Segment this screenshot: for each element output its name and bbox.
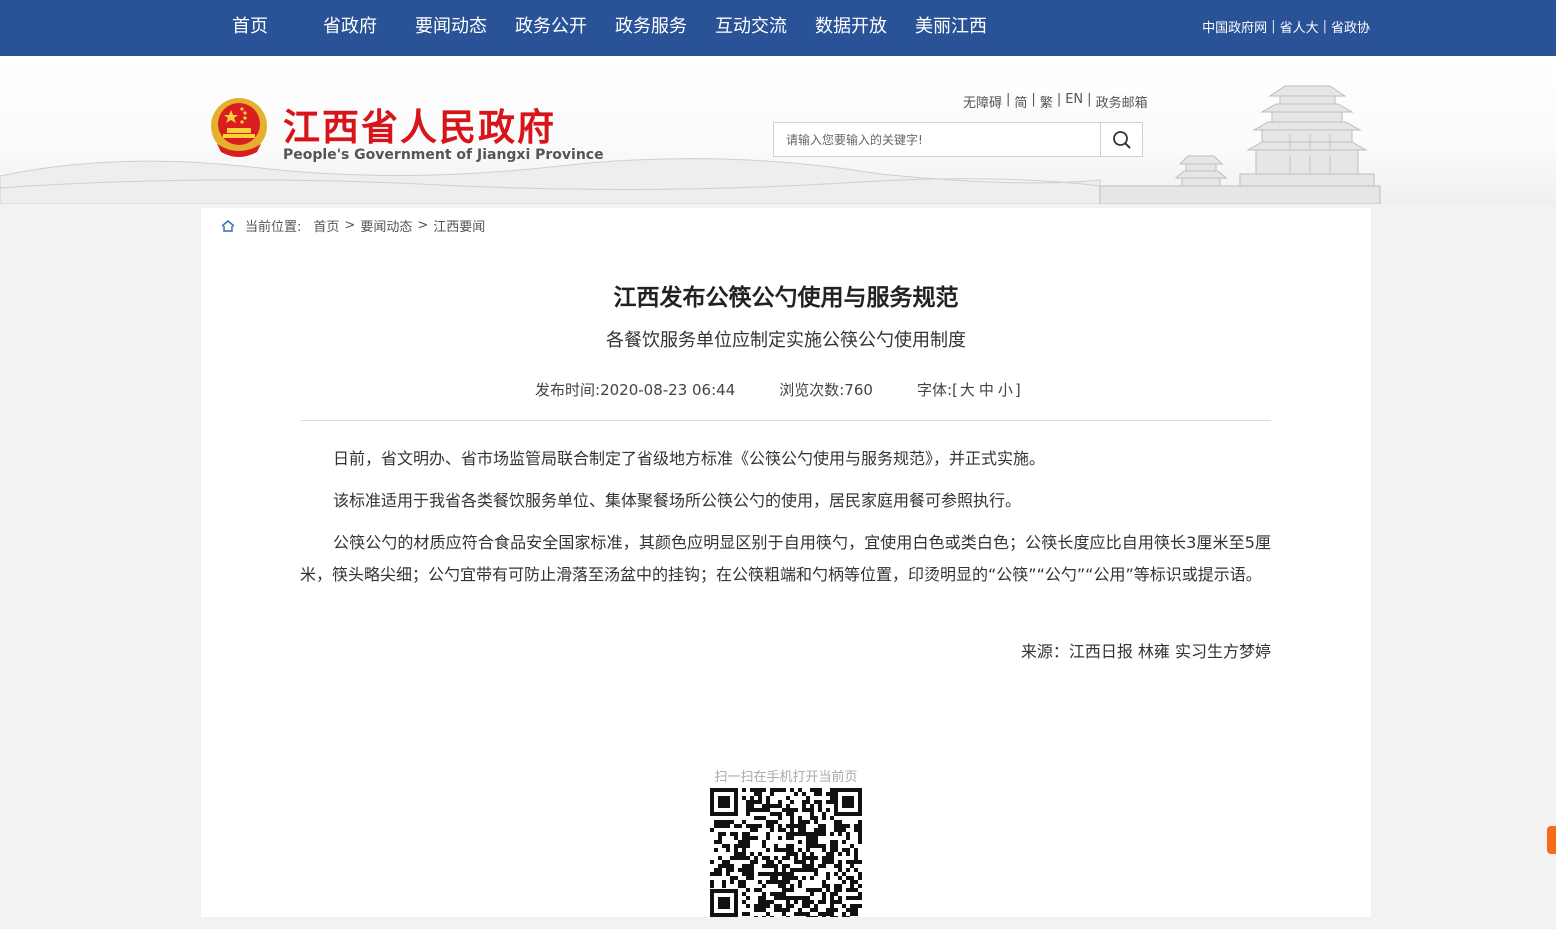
breadcrumb: 当前位置: 首页 > 要闻动态 > 江西要闻 [221, 216, 485, 235]
utility-links: 无障碍 | 简 | 繁 | EN | 政务邮箱 [963, 92, 1148, 111]
article-title: 江西发布公筷公勺使用与服务规范 [613, 285, 959, 311]
top-nav-bar: 首页 省政府 要闻动态 政务公开 政务服务 互动交流 数据开放 美丽江西 中国政… [0, 0, 1556, 56]
separator: | [1006, 92, 1011, 107]
site-subtitle: People's Government of Jiangxi Province [283, 147, 604, 163]
separator: | [1056, 92, 1062, 107]
separator: | [1322, 19, 1327, 34]
article-subtitle: 各餐饮服务单位应制定实施公筷公勺使用制度 [606, 330, 966, 351]
view-count: 浏览次数:760 [779, 379, 873, 400]
separator: | [1087, 92, 1092, 107]
nav-item-beautiful-jiangxi[interactable]: 美丽江西 [915, 0, 1015, 56]
nav-item-gov-affairs-open[interactable]: 政务公开 [515, 0, 615, 56]
link-traditional[interactable]: 繁 [1040, 92, 1053, 111]
qr-tip: 扫一扫在手机打开当前页 [714, 770, 858, 785]
side-feedback-tab[interactable] [1547, 826, 1556, 854]
breadcrumb-jiangxi-news[interactable]: 江西要闻 [433, 216, 485, 235]
link-provincial-congress[interactable]: 省人大 [1280, 17, 1319, 36]
link-central-gov[interactable]: 中国政府网 [1202, 17, 1267, 36]
publish-time: 发布时间:2020-08-23 06:44 [535, 379, 735, 400]
qr-code-icon [710, 788, 862, 917]
article-meta: 发布时间:2020-08-23 06:44 浏览次数:760 字体:[大中小] [535, 379, 1021, 400]
breadcrumb-separator: > [344, 218, 356, 233]
search-input[interactable] [774, 123, 1100, 156]
link-simplified[interactable]: 简 [1014, 92, 1027, 111]
home-icon [221, 219, 235, 232]
search-box [773, 122, 1143, 157]
link-provincial-cppcc[interactable]: 省政协 [1331, 17, 1370, 36]
nav-item-home[interactable]: 首页 [218, 0, 323, 56]
site-title[interactable]: 江西省人民政府 [283, 97, 556, 151]
separator: | [1271, 19, 1276, 34]
nav-item-news[interactable]: 要闻动态 [415, 0, 515, 56]
article-source: 来源：江西日报 林雍 实习生方梦婷 [1020, 642, 1271, 661]
article-paragraph: 该标准适用于我省各类餐饮服务单位、集体聚餐场所公筷公勺的使用，居民家庭用餐可参照… [333, 491, 1022, 510]
article-body: 日前，省文明办、省市场监管局联合制定了省级地方标准《公筷公勺使用与服务规范》，并… [300, 443, 1271, 601]
article-paragraph: 日前，省文明办、省市场监管局联合制定了省级地方标准《公筷公勺使用与服务规范》，并… [333, 449, 1046, 468]
breadcrumb-home[interactable]: 首页 [313, 216, 339, 235]
view-count-value: 760 [844, 381, 873, 399]
font-size-selector: 字体:[大中小] [916, 381, 1021, 399]
font-size-large[interactable]: 大 [960, 381, 975, 399]
nav-item-open-data[interactable]: 数据开放 [815, 0, 915, 56]
breadcrumb-prefix: 当前位置: [245, 220, 302, 235]
publish-time-label: 发布时间: [535, 381, 601, 399]
link-english[interactable]: EN [1065, 92, 1083, 111]
font-size-label: 字体: [916, 381, 952, 399]
breadcrumb-news[interactable]: 要闻动态 [360, 216, 412, 235]
nav-item-gov-services[interactable]: 政务服务 [615, 0, 715, 56]
article-paragraph: 公筷公勺的材质应符合食品安全国家标准，其颜色应明显区别于自用筷勺，宜使用白色或类… [300, 533, 1271, 584]
search-button[interactable] [1100, 123, 1142, 156]
nav-item-provincial-gov[interactable]: 省政府 [323, 0, 415, 56]
separator: | [1031, 92, 1036, 107]
link-gov-mail[interactable]: 政务邮箱 [1096, 92, 1148, 111]
national-emblem-icon [211, 98, 267, 157]
publish-time-value: 2020-08-23 06:44 [600, 381, 736, 399]
view-count-label: 浏览次数: [779, 381, 845, 399]
divider [300, 420, 1271, 421]
top-external-links: 中国政府网 | 省人大 | 省政协 [1202, 17, 1370, 36]
font-size-small[interactable]: 小 [998, 381, 1013, 399]
link-accessibility[interactable]: 无障碍 [963, 92, 1002, 111]
breadcrumb-separator: > [417, 218, 429, 233]
font-size-medium[interactable]: 中 [979, 381, 994, 399]
main-nav: 首页 省政府 要闻动态 政务公开 政务服务 互动交流 数据开放 美丽江西 [218, 0, 1015, 56]
nav-item-interaction[interactable]: 互动交流 [715, 0, 815, 56]
search-icon [1112, 130, 1131, 149]
